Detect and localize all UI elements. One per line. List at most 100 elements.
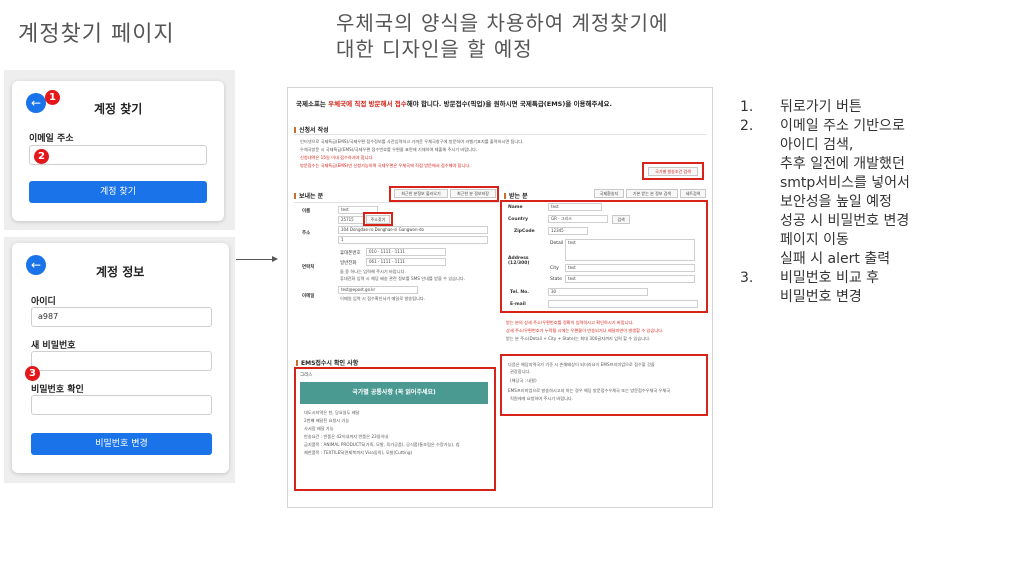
back-arrow-icon[interactable]: ← <box>26 255 46 275</box>
receiver-country-input[interactable]: GR - 그리스 <box>548 215 608 223</box>
note-line: 비밀번호 변경 <box>780 289 862 305</box>
divider <box>294 202 499 203</box>
center-caption: 우체국의 양식을 차용하여 계정찾기에 대한 디자인을 할 예정 <box>336 11 669 61</box>
state-input[interactable]: test <box>565 275 695 283</box>
detail-label: Detail <box>550 241 564 246</box>
receiver-zip-input[interactable]: 12345 <box>548 227 588 235</box>
new-password-label: 새 비밀번호 <box>31 341 76 351</box>
apply-line: 우체국방문 시 국제특급(EMS)/국제우편 접수번호를 우편물 표면에 기재하… <box>300 147 478 152</box>
account-info-heading: 계정 정보 <box>96 265 145 279</box>
note-item: 2. 이메일 주소 기반으로 아이디 검색, 추후 일전에 개발했던 smtp서… <box>740 117 1000 269</box>
sender-address-input[interactable]: 104 Dongdae-ro Donghae-si Gangwon-do <box>338 226 488 234</box>
badge-2: 2 <box>34 149 49 164</box>
section-ems: EMS접수시 확인 사항 <box>296 358 358 367</box>
ems-right-line: 다음은 해당지역국가 기준 시 손해배상이 되더라요이 EMS프리미엄으로 접수… <box>508 362 655 367</box>
email-input[interactable] <box>29 145 207 165</box>
email-note: 이메일 입력 시 접수확인서가 메일로 발송됩니다. <box>340 296 426 301</box>
note-number: 1. <box>740 99 754 115</box>
receiver-email-input[interactable] <box>548 300 698 308</box>
apply-line: 방문접수는 국제특급(EMS)만 신청가능하며 국제우편은 우체국에 직접 방문… <box>300 163 471 168</box>
note-line: smtp서비스를 넣어서 <box>780 175 910 191</box>
confirm-password-input[interactable] <box>31 395 212 415</box>
sender-address-label: 주소 <box>302 231 311 236</box>
address-search-button[interactable]: 주소찾기 <box>366 215 390 224</box>
detail-input[interactable]: test <box>565 239 695 261</box>
section-apply: 신청서 작성 <box>294 125 329 134</box>
find-account-card: ← 1 계정 찾기 이메일 주소 2 계정 찾기 <box>12 81 224 221</box>
receiver-name-input[interactable]: test <box>548 203 602 211</box>
note-line: 성공 시 비밀번호 변경 <box>780 213 910 229</box>
state-label: State <box>550 277 562 282</box>
apply-line: 인터넷으로 국제특급(EMS)/국제우편 접수정보를 사전입력하고 가까운 우체… <box>300 139 524 144</box>
change-password-button[interactable]: 비밀번호 변경 <box>31 433 212 455</box>
find-account-button[interactable]: 계정 찾기 <box>29 181 207 203</box>
account-info-card: ← 계정 정보 아이디 a987 새 비밀번호 3 비밀번호 확인 비밀번호 변… <box>12 243 229 473</box>
phone-note: 둘 중 하나는 입력해 주시기 바랍니다. <box>340 269 406 274</box>
notes-list: 1. 뒤로가기 버튼 2. 이메일 주소 기반으로 아이디 검색, 추후 일전에… <box>740 98 1000 307</box>
note-line: 페이지 이동 <box>780 232 849 248</box>
receiver-tel-label: Tel. No. <box>510 290 529 295</box>
back-arrow-icon[interactable]: ← <box>26 93 46 113</box>
note-line: 이메일 주소 기반으로 <box>780 118 905 134</box>
badge-3: 3 <box>25 366 40 381</box>
country-search-button[interactable]: 검색 <box>612 215 630 224</box>
receiver-name-label: Name <box>508 205 523 210</box>
note-line: 보안성을 높일 예정 <box>780 194 892 210</box>
mobile-input[interactable]: 010 - 1111 - 1111 <box>366 248 446 256</box>
confirm-password-label: 비밀번호 확인 <box>31 385 84 395</box>
ems-banner: 국가별 공통사항 (꼭 읽어주세요) <box>300 382 488 404</box>
new-password-input[interactable] <box>31 351 212 371</box>
badge-1: 1 <box>45 90 60 105</box>
ems-country: 그리스 <box>300 373 313 378</box>
receiver-tel-input[interactable]: 30 <box>548 288 648 296</box>
section-sender: 보내는 분 <box>294 191 323 200</box>
note-number: 2. <box>740 118 754 134</box>
receiver-zip-label: ZipCode <box>514 229 535 234</box>
country-condition-button[interactable]: 국가별 발송조건 검색 <box>648 167 698 176</box>
note-number: 3. <box>740 270 754 286</box>
receiver-button[interactable]: 기본 받는 분 정보 검색 <box>626 189 678 198</box>
postal-form-screenshot: 국제소포는 우체국에 직접 방문해서 접수해야 합니다. 방문접수(픽업)을 원… <box>287 87 713 508</box>
receiver-email-label: E-mail <box>510 302 526 307</box>
sender-zip-input[interactable]: 25715 <box>338 216 364 224</box>
ems-line: 제한품목 : TEXTILES(면제복까지 Visa동의), 모발(Cuttin… <box>304 450 413 455</box>
right-arrow-icon <box>236 259 276 260</box>
id-label: 아이디 <box>31 297 56 307</box>
receiver-button[interactable]: 세트검색 <box>680 189 706 198</box>
mobile-label: 휴대폰번호 <box>340 251 361 256</box>
city-label: City <box>550 266 559 271</box>
landline-label: 일반전화 <box>340 261 357 266</box>
note-line: 실패 시 alert 출력 <box>780 251 891 267</box>
sender-phone-label: 연락처 <box>302 265 315 270</box>
receiver-note: 받는 분의 상세 주소/우편번호를 정확히 입력하시고 확인하시기 바랍니다. <box>506 320 634 325</box>
receiver-note: 받는 분 주소(Detail + City + State)는 최대 300글자… <box>506 336 651 341</box>
email-label: 이메일 주소 <box>29 134 74 144</box>
load-sender-button[interactable]: 최근한 분정보 불러오기 <box>394 189 448 198</box>
landline-input[interactable]: 061 - 1111 - 1111 <box>366 258 446 266</box>
sender-email-input[interactable]: test@epost.go.kr <box>338 286 418 294</box>
note-line: 뒤로가기 버튼 <box>780 99 862 115</box>
ems-line: 사서함 배달 가능 <box>304 426 334 431</box>
id-input[interactable]: a987 <box>31 307 212 327</box>
save-sender-button[interactable]: 최근한 분 정보저장 <box>450 189 496 198</box>
ems-line: 2번째 배달된 요청시 가능 <box>304 418 350 423</box>
receiver-note: 상세 주소/우편번호가 누락될 시에는 우편물이 반송되거나 배달지연이 발생할… <box>506 328 664 333</box>
note-line: 비밀번호 비교 후 <box>780 270 880 286</box>
divider <box>294 134 706 135</box>
sender-email-label: 이메일 <box>302 294 315 299</box>
right-arrow-head <box>272 256 278 262</box>
ems-line: 대도시지역은 한, 당요일도 배달 <box>304 410 360 415</box>
note-item: 1. 뒤로가기 버튼 <box>740 98 1000 117</box>
sender-name-label: 이름 <box>302 209 311 214</box>
phone-note: 휴대전화 입력 시 해당 배송 관련 정보를 SMS 안내를 받을 수 있습니다… <box>340 276 466 281</box>
receiver-country-label: Country <box>508 217 529 222</box>
apply-line: 신청내역은 15일 이내 접수하셔야 합니다. <box>300 155 374 160</box>
slide-title: 계정찾기 페이지 <box>18 22 175 47</box>
find-account-heading: 계정 찾기 <box>94 102 143 116</box>
receiver-button[interactable]: 국제환송지 <box>594 189 624 198</box>
ems-right-line: 권장합니다. <box>510 369 531 374</box>
sender-address-detail-input[interactable]: 1 <box>338 236 488 244</box>
ems-line: 반송요건 : 반품은 42이내까지 반품은 23일이내 <box>304 434 389 439</box>
section-receiver: 받는 분 <box>504 191 528 200</box>
city-input[interactable]: test <box>565 264 695 272</box>
